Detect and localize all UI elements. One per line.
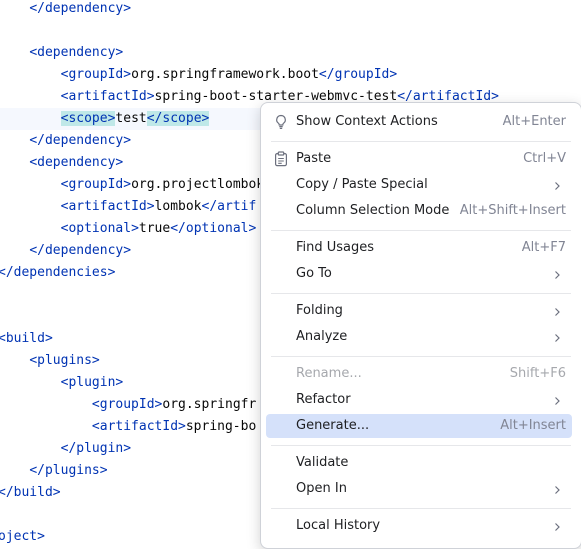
menu-item-label: Show Context Actions — [296, 114, 438, 129]
chevron-right-icon — [552, 180, 562, 190]
menu-item-generate[interactable]: Generate... Alt+Insert — [266, 414, 572, 438]
xml-tag: </scope> — [146, 111, 210, 126]
xml-text: org.springfr — [162, 397, 257, 412]
xml-tag: <build> — [0, 331, 53, 346]
clipboard-icon — [274, 151, 288, 167]
xml-text: true — [138, 221, 171, 236]
menu-item-label: Column Selection Mode — [296, 203, 450, 218]
xml-tag: </artif — [201, 199, 257, 214]
chevron-right-icon — [552, 484, 562, 494]
menu-item-validate[interactable]: Validate — [266, 451, 572, 475]
menu-item-refactor[interactable]: Refactor — [266, 388, 572, 412]
menu-item-copy-paste-special[interactable]: Copy / Paste Special — [266, 173, 572, 197]
menu-separator — [271, 230, 571, 231]
xml-tag: </optional> — [170, 221, 257, 236]
xml-tag: oject> — [0, 529, 45, 544]
menu-item-rename[interactable]: Rename... Shift+F6 — [266, 362, 572, 386]
xml-tag: <optional> — [60, 221, 139, 236]
xml-tag: <plugin> — [60, 375, 124, 390]
menu-item-label: Go To — [296, 266, 332, 281]
menu-item-label: Generate... — [296, 418, 370, 433]
menu-item-label: Analyze — [296, 329, 348, 344]
menu-separator — [271, 293, 571, 294]
xml-tag: <groupId> — [60, 67, 132, 82]
xml-text: test — [115, 111, 147, 126]
menu-separator — [271, 356, 571, 357]
xml-text: org.springframework.boot — [131, 67, 319, 82]
xml-text: lombok — [154, 199, 202, 214]
menu-item-column-selection-mode[interactable]: Column Selection Mode Alt+Shift+Insert — [266, 199, 572, 223]
menu-item-label: Copy / Paste Special — [296, 177, 428, 192]
xml-tag: <plugins> — [29, 353, 100, 368]
chevron-right-icon — [552, 269, 562, 279]
chevron-right-icon — [552, 332, 562, 342]
menu-item-label: Rename... — [296, 366, 362, 381]
menu-item-shortcut: Alt+Enter — [502, 114, 566, 129]
menu-item-local-history[interactable]: Local History — [266, 514, 572, 538]
menu-item-shortcut: Ctrl+V — [523, 151, 566, 166]
xml-tag: <dependency> — [29, 45, 124, 60]
xml-tag: <artifactId> — [60, 89, 155, 104]
xml-tag: </plugin> — [60, 441, 132, 456]
menu-item-shortcut: Alt+Insert — [500, 418, 566, 433]
menu-item-go-to[interactable]: Go To — [266, 262, 572, 286]
menu-item-label: Folding — [296, 303, 343, 318]
menu-item-shortcut: Alt+Shift+Insert — [459, 203, 566, 218]
lightbulb-icon — [274, 114, 288, 130]
menu-item-shortcut: Alt+F7 — [521, 240, 566, 255]
menu-separator — [271, 141, 571, 142]
xml-tag: <scope> — [60, 111, 116, 126]
menu-item-label: Validate — [296, 455, 349, 470]
menu-item-label: Paste — [296, 151, 332, 166]
xml-tag: </plugins> — [29, 463, 108, 478]
xml-tag: <groupId> — [60, 177, 132, 192]
menu-item-label: Local History — [296, 518, 381, 533]
xml-tag: <artifactId> — [60, 199, 155, 214]
menu-item-label: Refactor — [296, 392, 351, 407]
menu-separator — [271, 508, 571, 509]
xml-tag: </dependency> — [29, 133, 132, 148]
xml-tag: <dependency> — [29, 155, 124, 170]
xml-tag: </groupId> — [318, 67, 398, 82]
xml-tag: <artifactId> — [91, 419, 186, 434]
chevron-right-icon — [552, 521, 562, 531]
menu-item-folding[interactable]: Folding — [266, 299, 572, 323]
xml-tag: </build> — [0, 485, 61, 500]
xml-text: spring-bo — [185, 419, 257, 434]
menu-item-open-in[interactable]: Open In — [266, 477, 572, 501]
xml-text: org.projectlombok — [131, 177, 265, 192]
menu-item-show-context-actions[interactable]: Show Context Actions Alt+Enter — [266, 110, 572, 134]
chevron-right-icon — [552, 306, 562, 316]
context-menu: Show Context Actions Alt+Enter Paste Ctrl+V… — [260, 102, 581, 549]
menu-item-paste[interactable]: Paste Ctrl+V — [266, 147, 572, 171]
menu-separator — [271, 445, 571, 446]
menu-item-label: Open In — [296, 481, 347, 496]
xml-tag: <groupId> — [91, 397, 163, 412]
menu-item-label: Find Usages — [296, 240, 375, 255]
xml-tag: </dependency> — [29, 243, 132, 258]
xml-tag: </dependencies> — [0, 265, 116, 280]
xml-tag: </dependency> — [29, 1, 132, 16]
menu-item-find-usages[interactable]: Find Usages Alt+F7 — [266, 236, 572, 260]
chevron-right-icon — [552, 395, 562, 405]
menu-item-shortcut: Shift+F6 — [509, 366, 566, 381]
menu-item-analyze[interactable]: Analyze — [266, 325, 572, 349]
